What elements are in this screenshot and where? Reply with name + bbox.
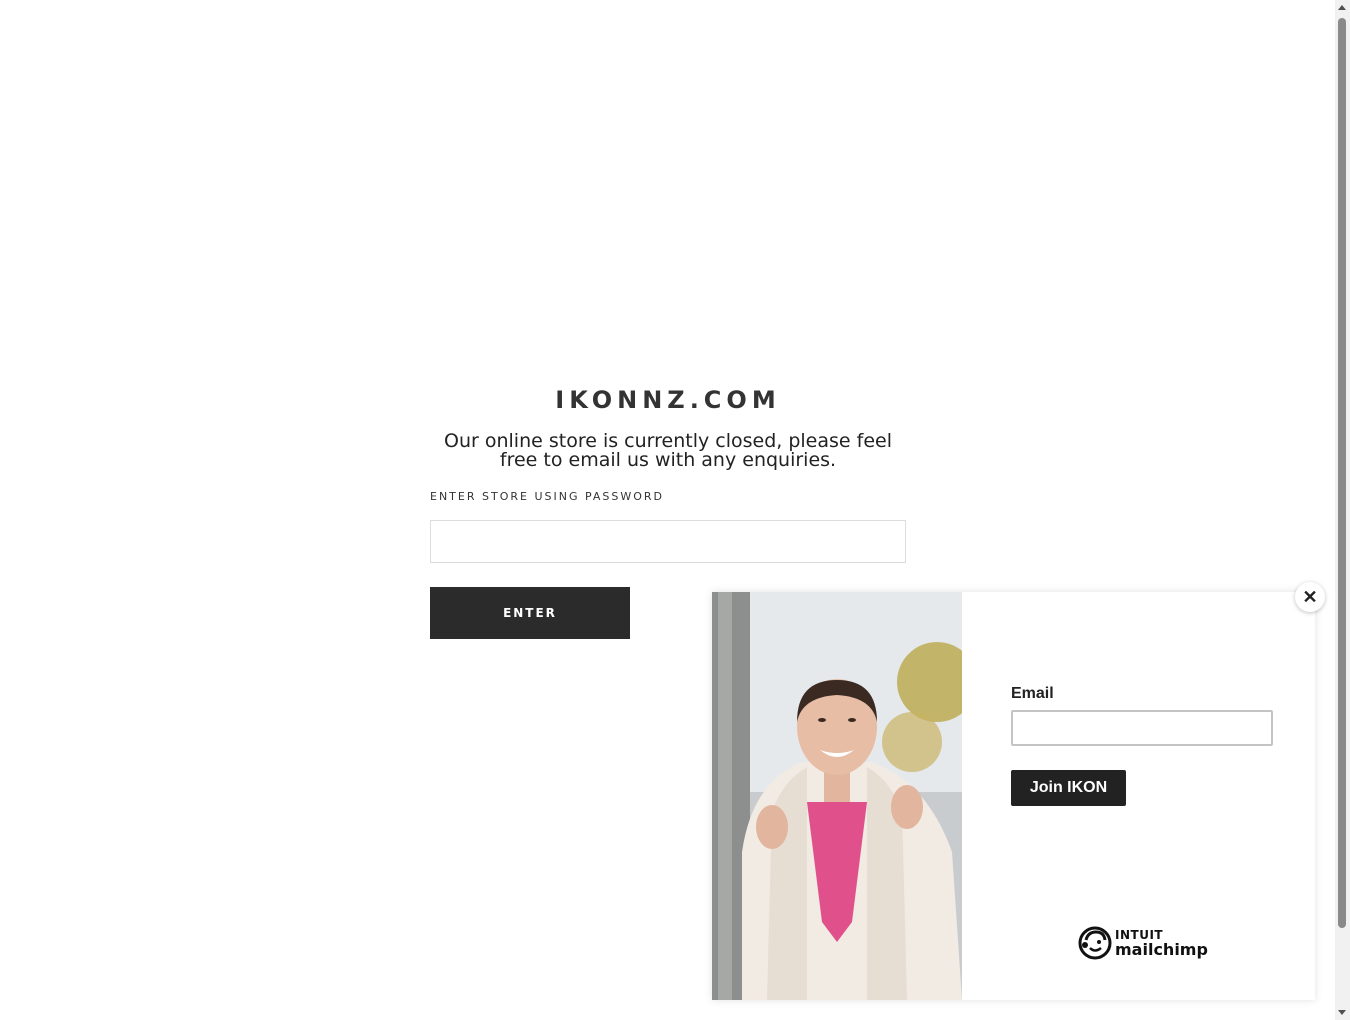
store-title: IKONNZ.COM <box>555 386 781 414</box>
join-ikon-button[interactable]: Join IKON <box>1011 770 1126 806</box>
enter-button[interactable]: ENTER <box>430 587 630 639</box>
page-scrollbar[interactable] <box>1335 0 1350 1020</box>
mailchimp-freddie-icon <box>1078 926 1112 960</box>
password-input[interactable] <box>430 520 906 563</box>
brand-mailchimp-text: mailchimp <box>1115 939 1208 959</box>
password-label: ENTER STORE USING PASSWORD <box>430 490 665 503</box>
woman-photo-illustration <box>712 592 962 1000</box>
email-label: Email <box>1011 685 1054 702</box>
popup-close-button[interactable]: ✕ <box>1295 582 1325 612</box>
brand-intuit-text: INTUIT <box>1115 927 1164 942</box>
store-closed-message: Our online store is currently closed, pl… <box>444 430 892 471</box>
scroll-thumb[interactable] <box>1338 18 1346 928</box>
mailchimp-signup-popup: Email Join IKON INTUIT mailchimp <box>712 592 1315 1000</box>
password-page: IKONNZ.COM Our online store is currently… <box>0 0 1350 1020</box>
intuit-mailchimp-logo[interactable]: INTUIT mailchimp <box>1078 923 1208 963</box>
close-icon: ✕ <box>1302 587 1318 607</box>
email-input[interactable] <box>1011 710 1273 746</box>
mailchimp-wordmark: INTUIT mailchimp <box>1115 929 1208 958</box>
popup-photo <box>712 592 962 1000</box>
scroll-up-arrow-icon[interactable] <box>1338 5 1346 10</box>
scroll-down-arrow-icon[interactable] <box>1338 1010 1346 1015</box>
